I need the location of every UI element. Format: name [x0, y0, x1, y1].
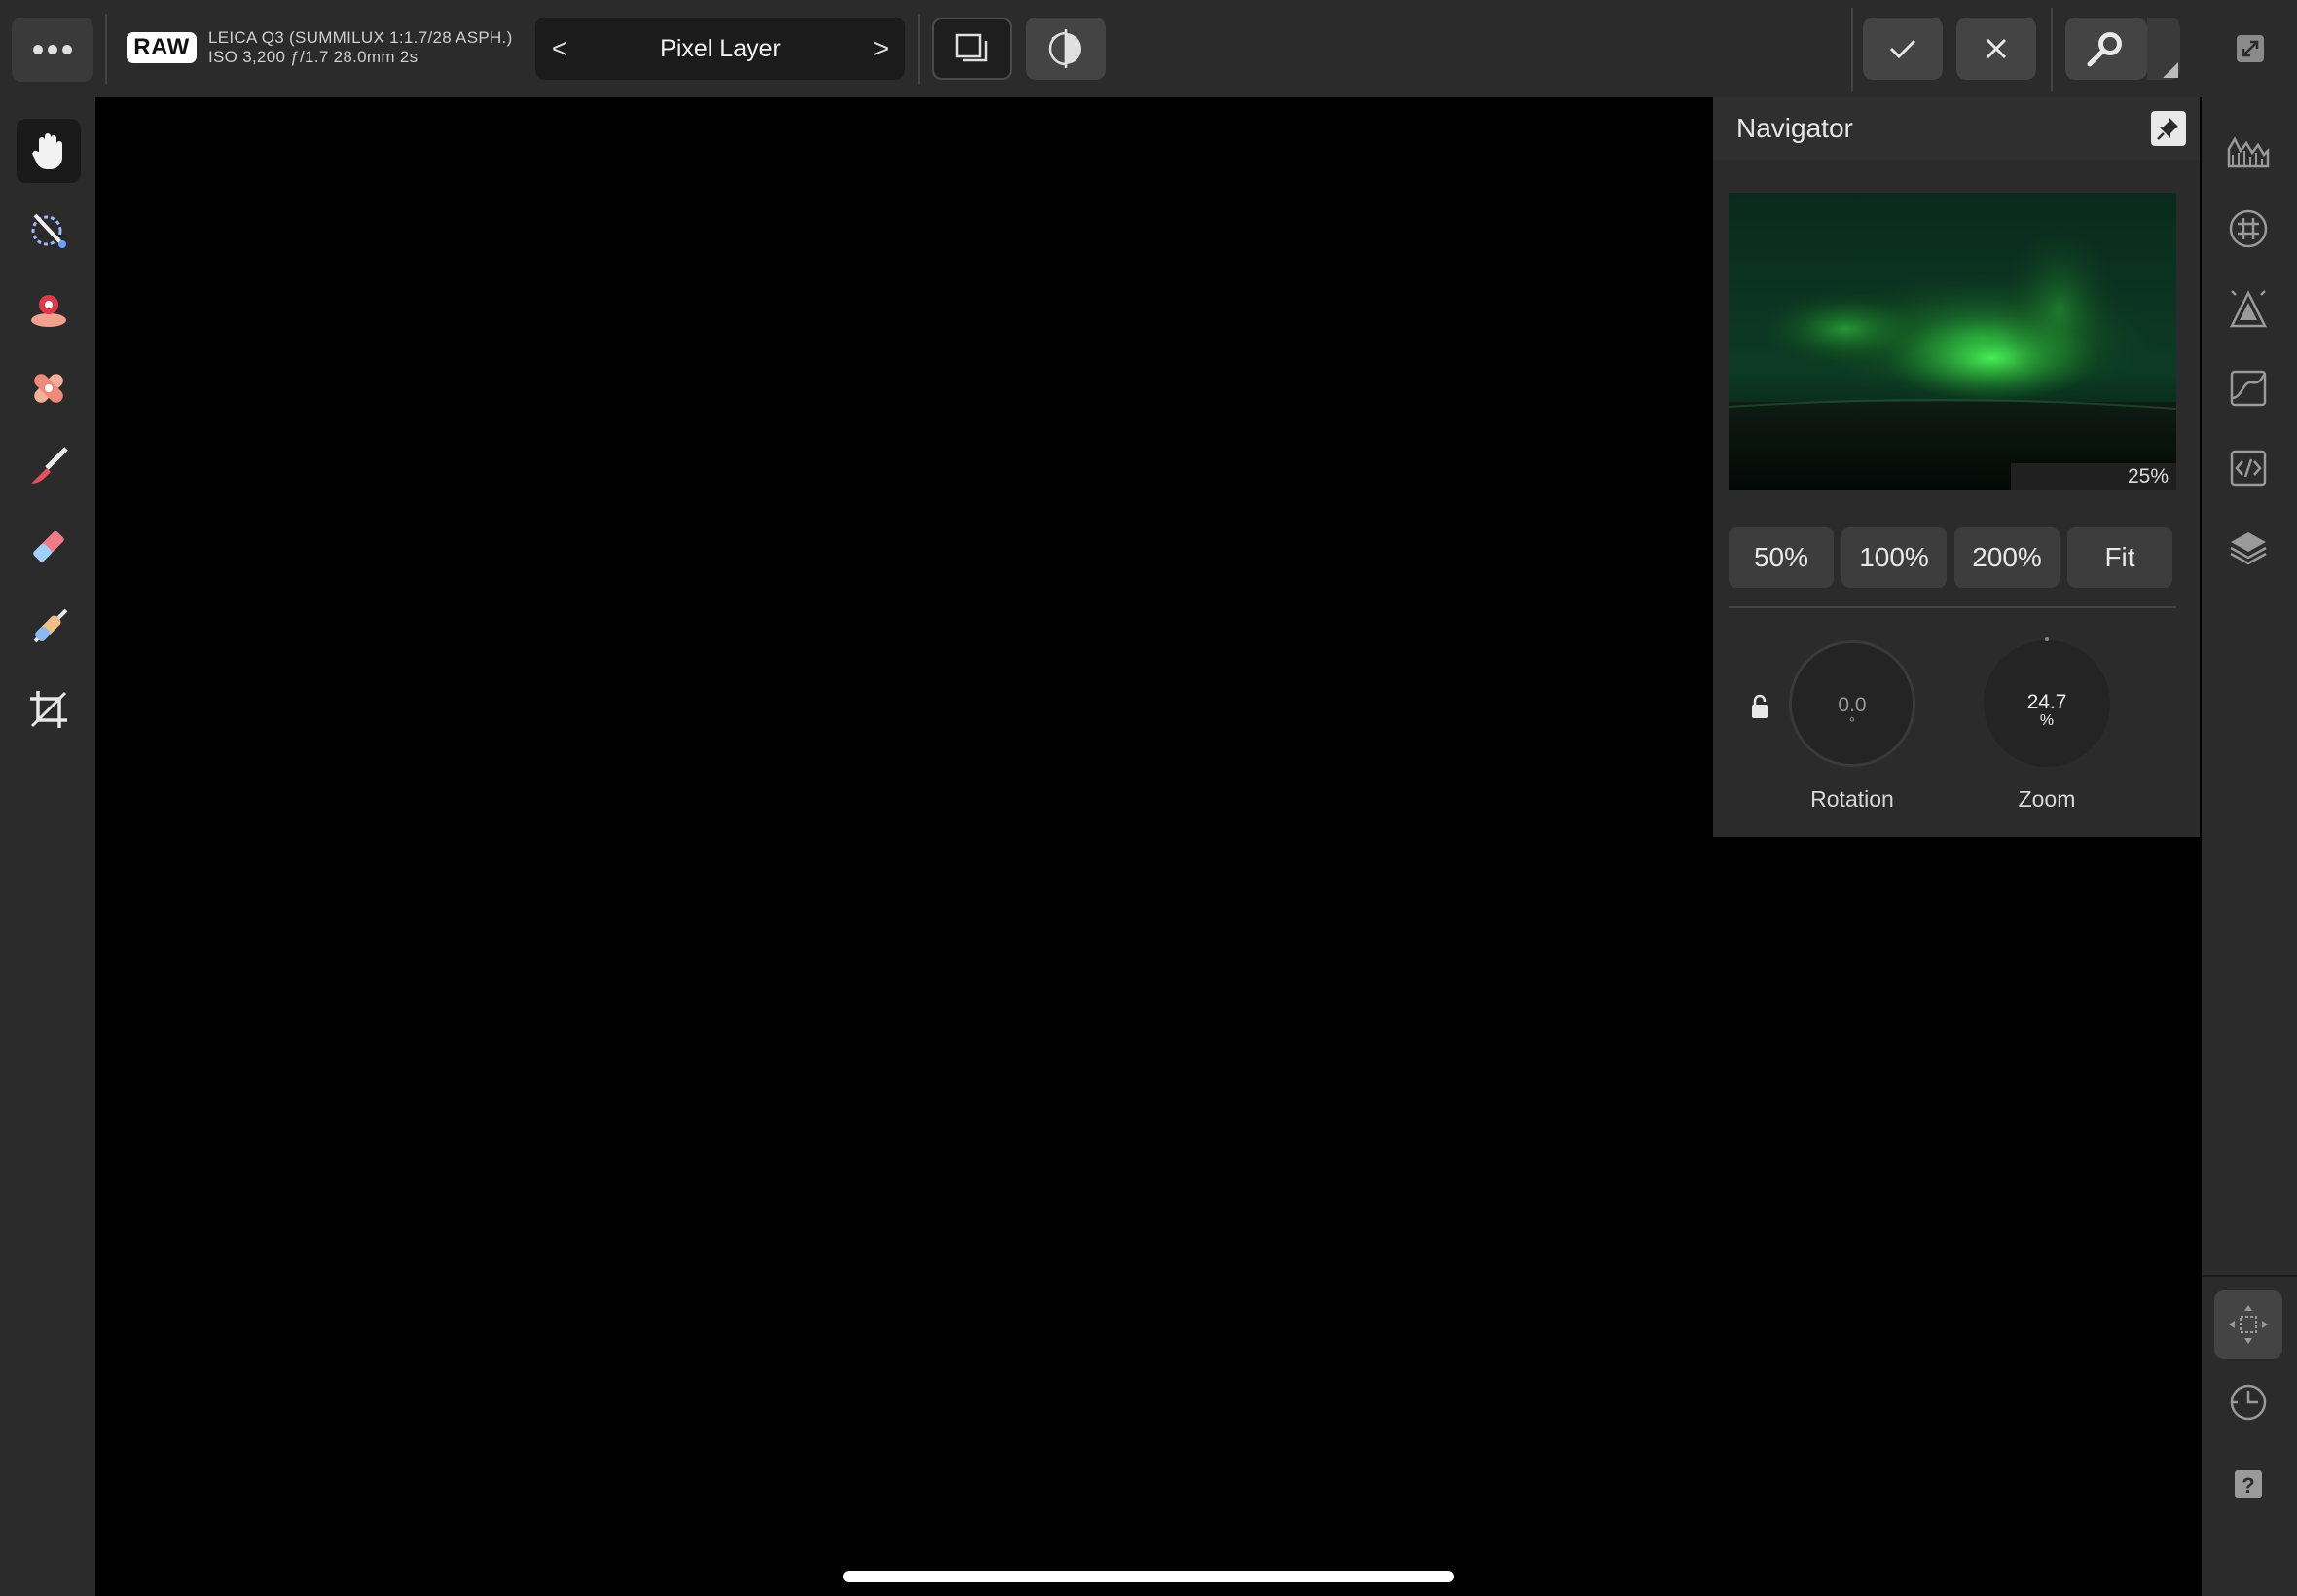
zoom-value: 24.7 — [2026, 691, 2067, 713]
more-menu-button[interactable] — [12, 18, 93, 82]
preview-zoom-label: 25% — [2011, 463, 2176, 490]
before-after-icon — [1048, 29, 1081, 68]
code-icon — [2230, 450, 2267, 487]
toolbar-divider — [2051, 8, 2053, 91]
brush-studio-icon — [2229, 290, 2268, 328]
fullscreen-button[interactable] — [2229, 27, 2272, 70]
curves-panel-button[interactable] — [2214, 354, 2282, 422]
clone-brush-icon — [33, 608, 68, 643]
rotation-dial[interactable]: 0.0 ° — [1789, 640, 1915, 767]
zoom-label: Zoom — [2018, 786, 2076, 812]
toolbar-divider — [918, 14, 920, 84]
move-arrows-icon — [2229, 1305, 2268, 1344]
home-indicator[interactable] — [843, 1571, 1454, 1582]
corner-triangle-icon — [2163, 62, 2178, 78]
zoom-dial-marker — [2045, 637, 2049, 641]
navigator-preview[interactable]: 25% — [1729, 193, 2176, 490]
transform-button[interactable] — [2214, 1290, 2282, 1359]
rotation-unit: ° — [1848, 715, 1856, 732]
next-layer-button[interactable]: > — [857, 18, 905, 80]
healing-tool[interactable] — [17, 356, 81, 420]
inpainting-tool[interactable] — [17, 278, 81, 343]
histogram-icon — [2227, 136, 2270, 168]
zoom-tool-button[interactable] — [2065, 18, 2147, 80]
layers-icon — [2230, 532, 2267, 565]
zoom-options-button[interactable] — [2147, 18, 2180, 80]
pin-panel-button[interactable] — [2151, 111, 2186, 146]
ellipsis-icon — [33, 45, 72, 54]
help-button[interactable]: ? — [2214, 1450, 2282, 1518]
right-toolbar-divider — [2202, 1275, 2297, 1277]
zoom-50-button[interactable]: 50% — [1729, 527, 1834, 588]
zoom-200-button[interactable]: 200% — [1954, 527, 2060, 588]
brushes-panel-button[interactable] — [2214, 274, 2282, 343]
history-button[interactable] — [2214, 1368, 2282, 1436]
paint-brush-icon — [31, 447, 68, 484]
split-view-button[interactable] — [932, 18, 1012, 80]
svg-text:?: ? — [2242, 1473, 2254, 1498]
selection-brush-icon — [31, 213, 66, 248]
clone-brush-tool[interactable] — [17, 596, 81, 660]
camera-info: LEICA Q3 (SUMMILUX 1:1.7/28 ASPH.) ISO 3… — [208, 28, 513, 67]
layer-navigator: < Pixel Layer > — [535, 18, 905, 80]
toolbar-divider — [1851, 8, 1853, 91]
hand-icon — [32, 133, 62, 169]
navigator-title: Navigator — [1736, 113, 1853, 143]
help-icon: ? — [2235, 1470, 2262, 1498]
macros-panel-button[interactable] — [2214, 434, 2282, 502]
top-toolbar: RAW LEICA Q3 (SUMMILUX 1:1.7/28 ASPH.) I… — [0, 0, 2297, 97]
before-after-button[interactable] — [1026, 18, 1106, 80]
bandage-icon — [34, 374, 63, 403]
apply-button[interactable] — [1863, 18, 1943, 80]
cancel-button[interactable] — [1956, 18, 2036, 80]
stacked-pages-icon — [955, 33, 988, 62]
inpainting-icon — [31, 295, 66, 327]
pin-icon — [2157, 118, 2179, 140]
zoom-unit: % — [2039, 712, 2055, 729]
raw-badge: RAW — [127, 32, 197, 63]
layer-title[interactable]: Pixel Layer — [584, 18, 857, 80]
curves-icon — [2230, 370, 2267, 407]
zoom-100-button[interactable]: 100% — [1841, 527, 1947, 588]
navigator-divider — [1729, 606, 2176, 608]
previous-layer-button[interactable]: < — [535, 18, 584, 80]
crop-tool[interactable] — [17, 677, 81, 742]
checkmark-icon — [1889, 39, 1916, 59]
hand-tool[interactable] — [17, 119, 81, 183]
close-icon — [1986, 38, 2007, 59]
exposure-info: ISO 3,200 ƒ/1.7 28.0mm 2s — [208, 48, 419, 66]
zoom-dial[interactable]: 24.7 % — [1984, 637, 2110, 767]
lock-icon — [1752, 694, 1768, 718]
eraser-icon — [33, 530, 64, 562]
history-clock-icon — [2230, 1384, 2267, 1421]
rotation-lock-button[interactable] — [1750, 693, 1769, 725]
toolbar-divider — [105, 14, 107, 84]
rotation-label: Rotation — [1810, 786, 1894, 812]
grid-circle-icon — [2229, 209, 2268, 248]
aurora-thumbnail — [1729, 193, 2176, 490]
zoom-fit-button[interactable]: Fit — [2067, 527, 2172, 588]
crop-icon — [30, 691, 67, 728]
navigator-header: Navigator — [1713, 97, 2200, 160]
navigator-panel: Navigator 25% 50% 100% 200% Fit 0.0 ° Ro… — [1713, 97, 2200, 837]
camera-model: LEICA Q3 (SUMMILUX 1:1.7/28 ASPH.) — [208, 28, 513, 47]
selection-brush-tool[interactable] — [17, 199, 81, 263]
histogram-panel-button[interactable] — [2214, 115, 2282, 183]
layers-panel-button[interactable] — [2214, 514, 2282, 582]
paint-brush-tool[interactable] — [17, 434, 81, 498]
channels-panel-button[interactable] — [2214, 195, 2282, 263]
expand-icon — [2237, 35, 2264, 62]
rotation-value: 0.0 — [1838, 694, 1867, 716]
magnifier-icon — [2087, 32, 2122, 67]
erase-brush-tool[interactable] — [17, 516, 81, 580]
